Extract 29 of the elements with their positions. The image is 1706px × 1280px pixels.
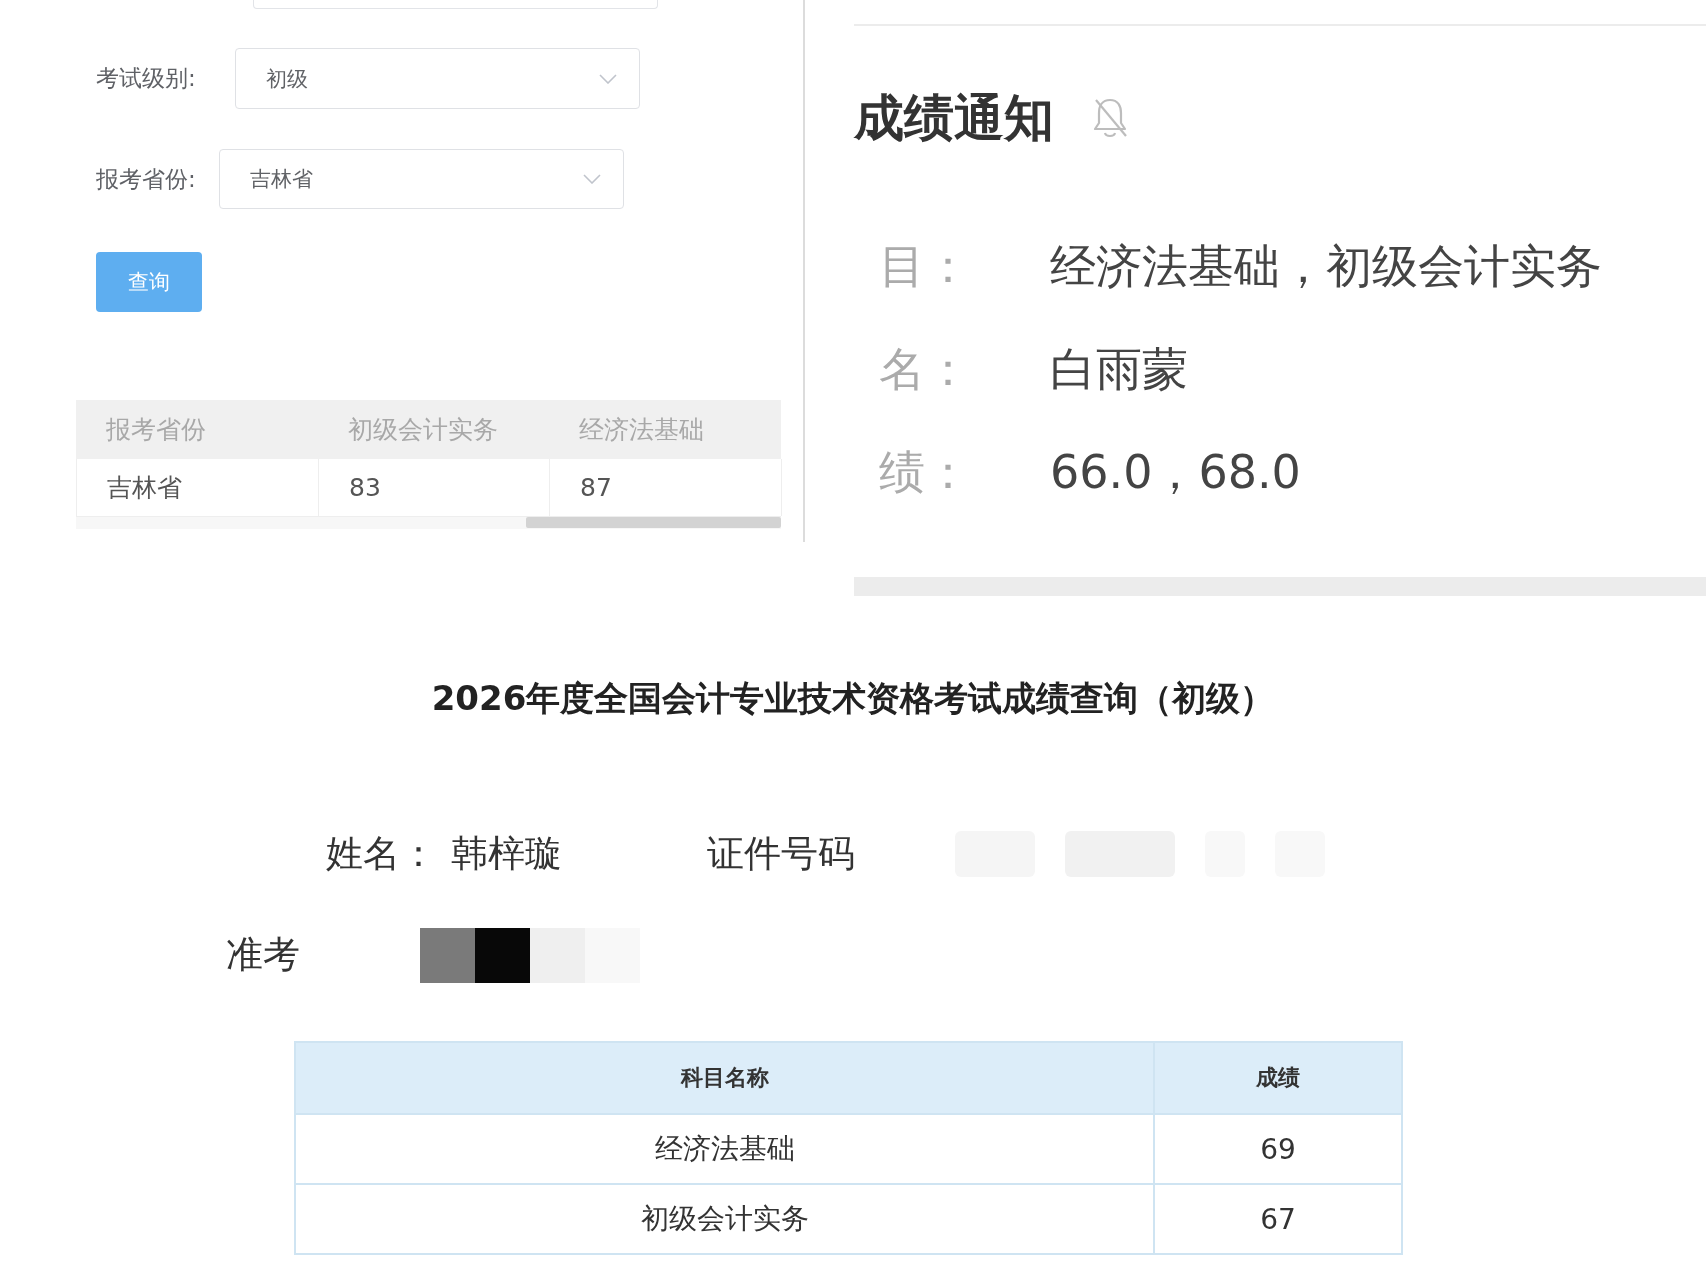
chevron-down-icon <box>598 73 617 84</box>
select-field[interactable] <box>253 0 658 9</box>
select-field[interactable]: 吉林省 <box>218 149 624 209</box>
field-label: 名： <box>879 341 972 398</box>
column-header: 报考省份 <box>105 414 207 446</box>
field-value: 经济法基础，初级会计实务 <box>1050 238 1602 295</box>
select-field[interactable]: 初级 <box>234 48 640 109</box>
table-cell: 67 <box>1153 1185 1401 1253</box>
field-label: 证件号码 <box>707 831 855 877</box>
column-header: 经济法基础 <box>578 414 705 446</box>
page-title: 2026年度全国会计专业技术资格考试成绩查询（初级） <box>431 677 1275 720</box>
notice-title: 成绩通知 <box>854 90 1054 146</box>
column-header: 科目名称 <box>679 1064 770 1092</box>
table-cell-text: 经济法基础 <box>653 1131 796 1167</box>
field-value: 白雨蒙 <box>1050 341 1188 398</box>
field-label: 考试级别: <box>96 64 196 93</box>
field-label: 绩： <box>879 444 972 501</box>
table-cell: 69 <box>1153 1115 1401 1183</box>
field-label: 目： <box>879 238 972 295</box>
chevron-down-icon <box>582 174 601 184</box>
field-value: 韩梓璇 <box>451 831 562 877</box>
scrollbar[interactable] <box>526 517 781 528</box>
field-label: 报考省份: <box>96 164 196 194</box>
field-label: 准考 <box>226 932 300 978</box>
table-cell-text: 初级会计实务 <box>639 1201 810 1237</box>
field-value: 66.0，68.0 <box>1050 444 1301 501</box>
column-header: 初级会计实务 <box>347 414 499 446</box>
field-label: 姓名： <box>326 831 437 877</box>
column-header: 成绩 <box>1153 1043 1401 1113</box>
